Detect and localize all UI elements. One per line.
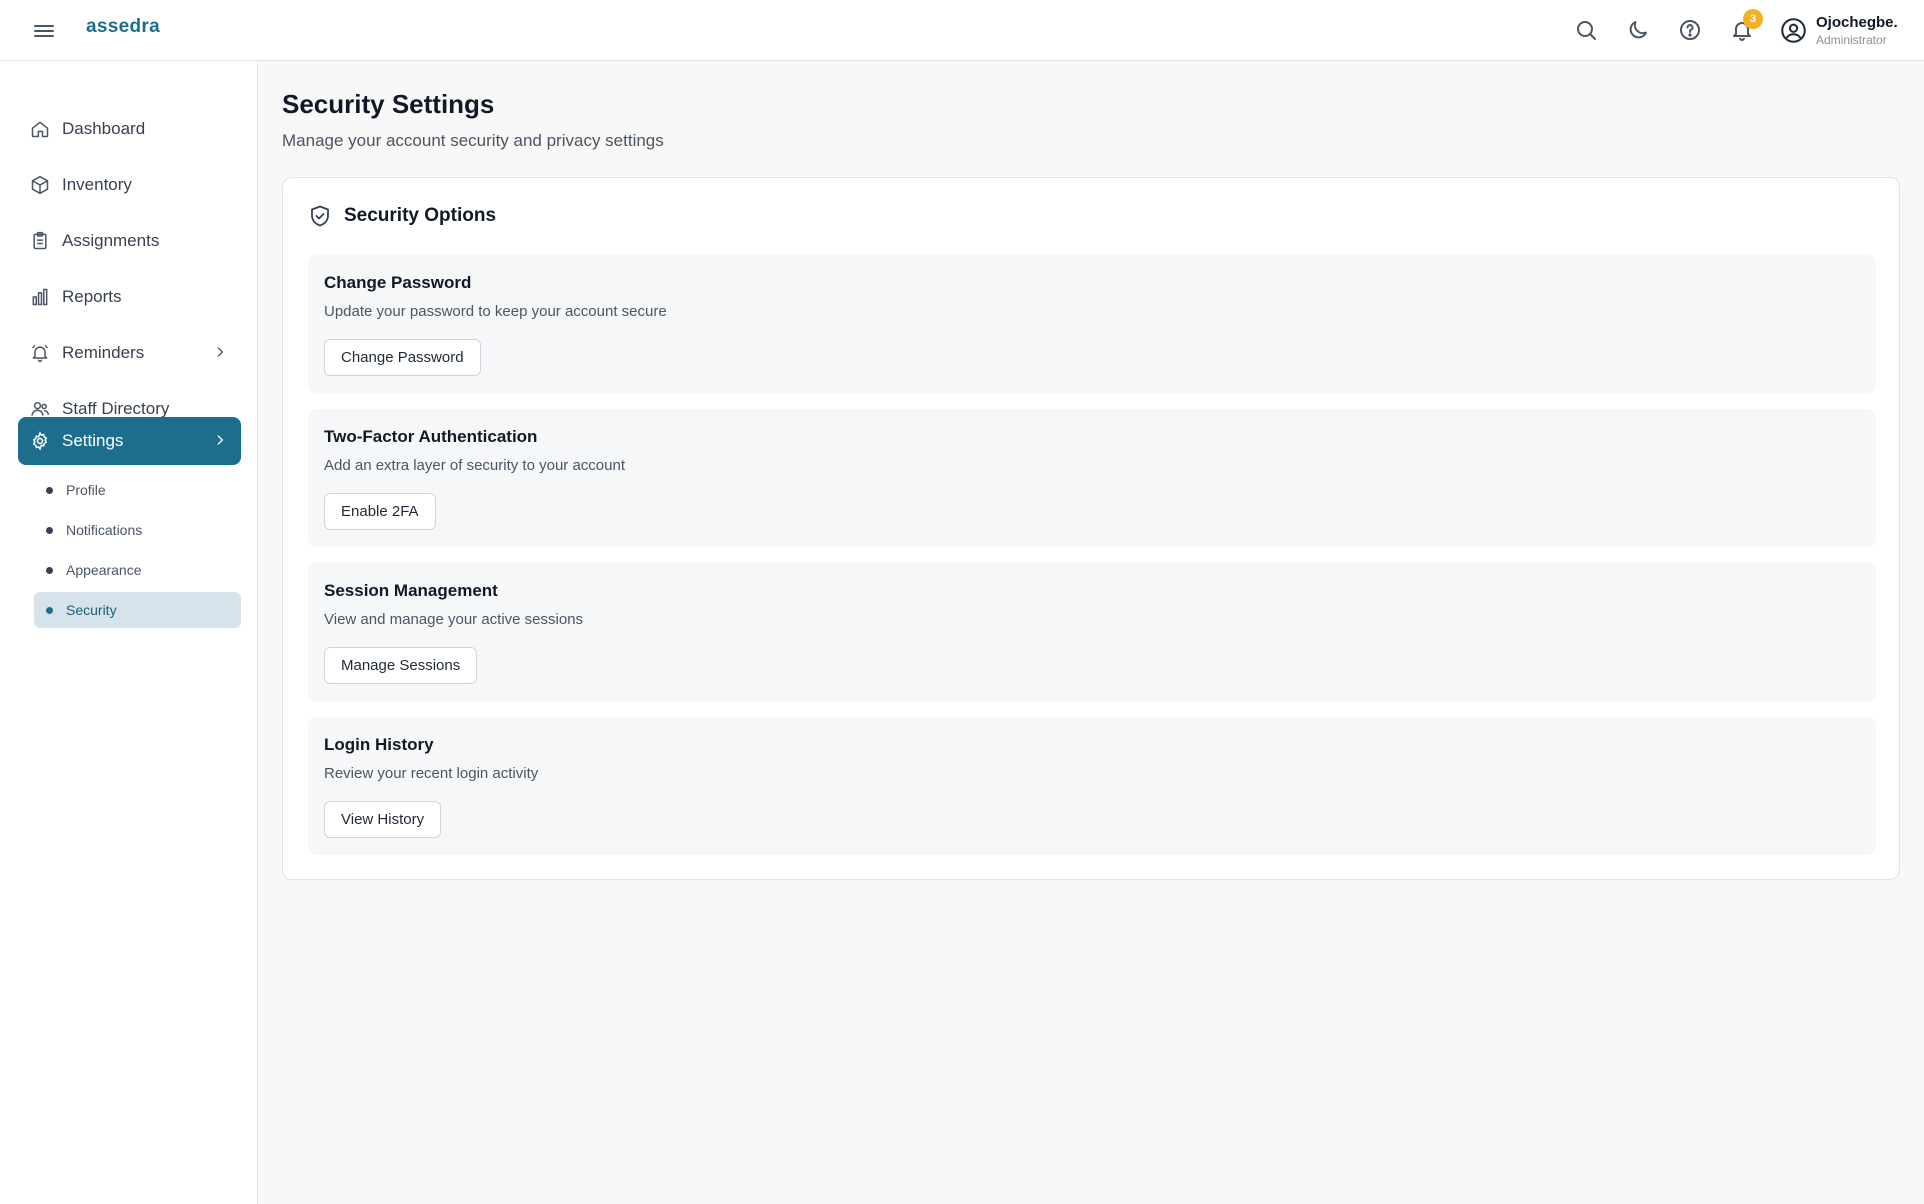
user-role: Administrator xyxy=(1816,33,1887,47)
sidebar-item-reports[interactable]: Reports xyxy=(18,273,241,321)
bullet-dot xyxy=(46,487,53,494)
gear-icon xyxy=(32,431,48,451)
sidebar-item-label: Reminders xyxy=(62,343,145,362)
section-title: Login History xyxy=(324,735,434,754)
sub-item-profile[interactable]: Profile xyxy=(34,472,241,508)
shield-check-icon xyxy=(311,205,329,227)
section-login-history: Login History Review your recent login a… xyxy=(308,717,1876,855)
home-icon xyxy=(31,121,49,138)
bullet-dot xyxy=(46,527,53,534)
sidebar-item-label: Reports xyxy=(62,287,122,306)
sidebar-item-dashboard[interactable]: Dashboard xyxy=(18,105,241,153)
clipboard-icon xyxy=(33,231,47,250)
sidebar-item-reminders[interactable]: Reminders xyxy=(18,329,241,377)
sidebar-item-label: Inventory xyxy=(62,175,132,194)
sub-item-notifications[interactable]: Notifications xyxy=(34,512,241,548)
section-description: View and manage your active sessions xyxy=(324,611,584,628)
search-icon[interactable] xyxy=(1574,18,1598,42)
section-session-management: Session Management View and manage your … xyxy=(308,563,1876,701)
section-two-factor: Two-Factor Authentication Add an extra l… xyxy=(308,409,1876,547)
moon-icon[interactable] xyxy=(1626,18,1650,42)
page-subtitle: Manage your account security and privacy… xyxy=(282,131,664,150)
alarm-icon xyxy=(31,344,49,363)
sub-item-label: Security xyxy=(66,602,117,618)
notification-badge: 3 xyxy=(1743,9,1763,29)
security-options-card: Security Options Change Password Update … xyxy=(282,177,1900,880)
sub-item-security[interactable]: Security xyxy=(34,592,241,628)
top-bar: assedra 3 Ojochegbe. Administrator xyxy=(0,0,1924,61)
help-icon[interactable] xyxy=(1678,18,1702,42)
sub-item-label: Notifications xyxy=(66,522,143,538)
change-password-button[interactable]: Change Password xyxy=(324,339,481,376)
sidebar-item-assignments[interactable]: Assignments xyxy=(18,217,241,265)
chevron-right-icon xyxy=(217,435,224,445)
bullet-dot xyxy=(46,607,53,614)
sidebar-item-label: Assignments xyxy=(62,231,160,250)
section-description: Review your recent login activity xyxy=(324,765,539,782)
sidebar-item-inventory[interactable]: Inventory xyxy=(18,161,241,209)
section-title: Session Management xyxy=(324,581,498,600)
section-description: Update your password to keep your accoun… xyxy=(324,303,667,320)
sidebar: Dashboard Inventory Assignments Reports … xyxy=(0,61,258,1204)
user-name: Ojochegbe. xyxy=(1816,14,1898,31)
sidebar-item-settings[interactable]: Settings xyxy=(18,417,241,465)
user-circle-icon[interactable] xyxy=(1780,17,1807,44)
brand-logo[interactable]: assedra xyxy=(86,16,160,38)
view-history-button[interactable]: View History xyxy=(324,801,442,838)
card-title: Security Options xyxy=(344,205,497,226)
section-title: Two-Factor Authentication xyxy=(324,427,538,446)
chevron-right-icon xyxy=(217,347,224,357)
enable-2fa-button[interactable]: Enable 2FA xyxy=(324,493,436,530)
bullet-dot xyxy=(46,567,53,574)
bar-chart-icon xyxy=(32,288,48,306)
sub-item-label: Appearance xyxy=(66,562,142,578)
box-icon xyxy=(31,175,49,195)
section-title: Change Password xyxy=(324,273,472,292)
users-icon xyxy=(31,402,50,416)
manage-sessions-button[interactable]: Manage Sessions xyxy=(324,647,478,684)
page-title: Security Settings xyxy=(282,89,495,119)
menu-icon[interactable] xyxy=(34,22,54,40)
sub-item-appearance[interactable]: Appearance xyxy=(34,552,241,588)
sidebar-item-label: Dashboard xyxy=(62,119,146,138)
card-header: Security Options xyxy=(308,204,496,228)
sub-item-label: Profile xyxy=(66,482,106,498)
user-info[interactable]: Ojochegbe. Administrator xyxy=(1816,14,1898,47)
sidebar-item-label: Staff Directory xyxy=(62,399,170,418)
sidebar-item-label: Settings xyxy=(62,431,124,450)
section-description: Add an extra layer of security to your a… xyxy=(324,457,625,474)
section-change-password: Change Password Update your password to … xyxy=(308,255,1876,393)
